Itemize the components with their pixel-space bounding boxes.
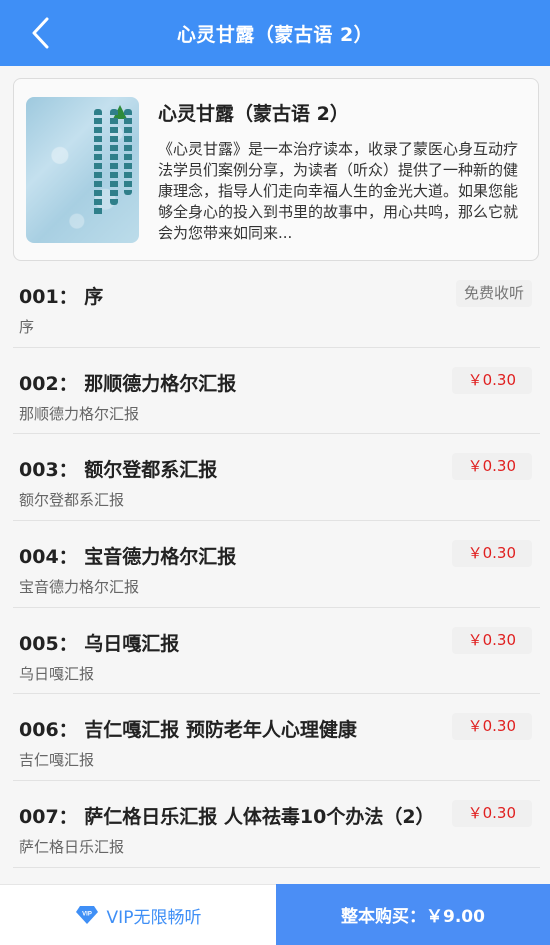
bottom-action-bar: VIP VIP无限畅听 整本购买：￥9.00 xyxy=(0,884,550,945)
episode-title: 002： 那顺德力格尔汇报 xyxy=(19,372,237,395)
episode-item[interactable]: 001： 序 序 免费收听 xyxy=(0,261,550,348)
price-badge[interactable]: ￥0.30 xyxy=(451,366,532,394)
episode-title: 001： 序 xyxy=(19,286,104,308)
episode-subtitle: 那顺德力格尔汇报 xyxy=(19,404,140,423)
episode-title: 005： 乌日嘎汇报 xyxy=(19,632,180,655)
cover-title-script xyxy=(110,109,118,205)
episode-subtitle: 萨仁格日乐汇报 xyxy=(19,838,125,857)
episode-subtitle: 吉仁嘎汇报 xyxy=(19,751,95,770)
cover-title-script xyxy=(94,109,102,217)
vip-diamond-icon: VIP xyxy=(75,906,98,924)
episode-title: 003： 额尔登都系汇报 xyxy=(19,459,218,482)
episode-subtitle: 序 xyxy=(19,318,35,336)
book-info-card: 心灵甘露（蒙古语 2） 《心灵甘露》是一本治疗读本，收录了蒙医心身互动疗法学员们… xyxy=(13,78,539,261)
episode-title: 004： 宝音德力格尔汇报 xyxy=(19,546,237,569)
book-cover-image[interactable] xyxy=(26,97,139,243)
episode-title: 007： 萨仁格日乐汇报 人体祛毒10个办法（2） xyxy=(19,806,435,829)
episode-item[interactable]: 002： 那顺德力格尔汇报 那顺德力格尔汇报 ￥0.30 xyxy=(0,348,550,435)
episode-item[interactable]: 003： 额尔登都系汇报 额尔登都系汇报 ￥0.30 xyxy=(0,434,550,521)
page-title: 心灵甘露（蒙古语 2） xyxy=(176,23,374,46)
price-badge[interactable]: ￥0.30 xyxy=(451,800,532,828)
episode-item[interactable]: 004： 宝音德力格尔汇报 宝音德力格尔汇报 ￥0.30 xyxy=(0,521,550,608)
episode-list: 001： 序 序 免费收听 002： 那顺德力格尔汇报 那顺德力格尔汇报 ￥0.… xyxy=(0,261,550,868)
cover-title-script xyxy=(124,109,132,195)
chevron-left-icon xyxy=(32,17,49,49)
free-listen-badge[interactable]: 免费收听 xyxy=(455,280,532,307)
episode-subtitle: 额尔登都系汇报 xyxy=(19,491,125,510)
episode-subtitle: 宝音德力格尔汇报 xyxy=(19,578,140,597)
buy-whole-book-button[interactable]: 整本购买：￥9.00 xyxy=(276,884,550,945)
back-button[interactable] xyxy=(24,16,58,50)
price-badge[interactable]: ￥0.30 xyxy=(451,453,532,481)
svg-text:VIP: VIP xyxy=(82,912,92,918)
episode-item[interactable]: 005： 乌日嘎汇报 乌日嘎汇报 ￥0.30 xyxy=(0,608,550,695)
price-badge[interactable]: ￥0.30 xyxy=(451,626,532,654)
price-badge[interactable]: ￥0.30 xyxy=(451,713,532,741)
vip-button-label: VIP无限畅听 xyxy=(106,907,202,928)
price-badge[interactable]: ￥0.30 xyxy=(451,540,532,568)
vip-unlimited-button[interactable]: VIP VIP无限畅听 xyxy=(0,884,276,945)
episode-title: 006： 吉仁嘎汇报 预防老年人心理健康 xyxy=(19,719,357,742)
episode-item[interactable]: 006： 吉仁嘎汇报 预防老年人心理健康 吉仁嘎汇报 ￥0.30 xyxy=(0,694,550,781)
book-description: 《心灵甘露》是一本治疗读本，收录了蒙医心身互动疗法学员们案例分享，为读者（听众）… xyxy=(158,140,519,242)
episode-subtitle: 乌日嘎汇报 xyxy=(19,664,95,683)
book-title: 心灵甘露（蒙古语 2） xyxy=(158,103,349,125)
episode-item[interactable]: 007： 萨仁格日乐汇报 人体祛毒10个办法（2） 萨仁格日乐汇报 ￥0.30 xyxy=(0,781,550,868)
top-nav-bar: 心灵甘露（蒙古语 2） xyxy=(0,0,550,66)
